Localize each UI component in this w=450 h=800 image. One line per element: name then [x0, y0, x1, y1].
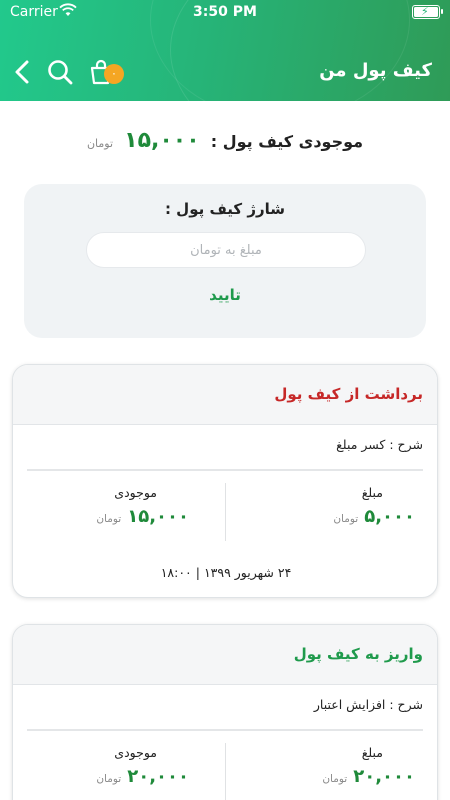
transaction-card: برداشت از کیف پول شرح : کسر مبلغ مبلغ ۵,…: [12, 364, 438, 598]
chevron-left-icon: [15, 60, 29, 84]
balance-unit: تومان: [86, 137, 114, 150]
wallet-balance: موجودی کیف پول : ۱۵,۰۰۰ تومان: [0, 128, 450, 158]
transaction-header: واریز به کیف پول: [13, 625, 437, 685]
divider: [225, 483, 226, 541]
balance-label: موجودی کیف پول :: [210, 132, 364, 151]
amount-input[interactable]: [86, 232, 366, 268]
transaction-balance: موجودی ۲۰,۰۰۰ تومان: [13, 745, 197, 787]
divider: [225, 743, 226, 800]
back-button[interactable]: [10, 58, 36, 86]
balance-unit: تومان: [96, 513, 122, 525]
divider: [27, 469, 423, 471]
transaction-title: برداشت از کیف پول: [274, 385, 423, 403]
search-icon: [48, 60, 73, 85]
transaction-description: شرح : افزایش اعتبار: [313, 697, 423, 712]
search-button[interactable]: [46, 58, 74, 86]
balance-label: موجودی: [114, 745, 157, 760]
amount-value: ۵,۰۰۰: [364, 506, 415, 527]
transaction-header: برداشت از کیف پول: [13, 365, 437, 425]
transaction-description: شرح : کسر مبلغ: [336, 437, 423, 452]
balance-amount: ۱۵,۰۰۰: [124, 128, 200, 153]
status-bar: Carrier 3:50 PM ⚡: [0, 0, 450, 24]
amount-unit: تومان: [322, 773, 348, 785]
balance-label: موجودی: [114, 485, 157, 500]
transaction-title: واریز به کیف پول: [293, 645, 423, 663]
transaction-card: واریز به کیف پول شرح : افزایش اعتبار مبل…: [12, 624, 438, 800]
transaction-date: ۲۴ شهریور ۱۳۹۹ | ۱۸:۰۰: [160, 565, 292, 580]
transaction-amount: مبلغ ۲۰,۰۰۰ تومان: [223, 745, 423, 787]
status-time: 3:50 PM: [193, 4, 257, 20]
amount-unit: تومان: [333, 513, 359, 525]
amount-value: ۲۰,۰۰۰: [353, 766, 415, 787]
charge-title: شارژ کیف پول :: [164, 200, 286, 218]
battery-icon: ⚡: [412, 5, 443, 19]
transaction-amount: مبلغ ۵,۰۰۰ تومان: [223, 485, 423, 527]
navigation-bar: ۰ کیف پول من: [0, 48, 450, 96]
balance-value: ۱۵,۰۰۰: [127, 506, 189, 527]
amount-label: مبلغ: [361, 745, 383, 760]
transaction-balance: موجودی ۱۵,۰۰۰ تومان: [13, 485, 197, 527]
amount-label: مبلغ: [361, 485, 383, 500]
app-header: Carrier 3:50 PM ⚡ ۰ کیف پول من: [0, 0, 450, 101]
balance-value: ۲۰,۰۰۰: [127, 766, 189, 787]
cart-count-badge: ۰: [104, 64, 124, 84]
charge-wallet-card: شارژ کیف پول : تایید: [24, 184, 426, 338]
page-title: کیف پول من: [319, 60, 432, 81]
confirm-button[interactable]: تایید: [24, 286, 426, 304]
divider: [27, 729, 423, 731]
balance-unit: تومان: [96, 773, 122, 785]
